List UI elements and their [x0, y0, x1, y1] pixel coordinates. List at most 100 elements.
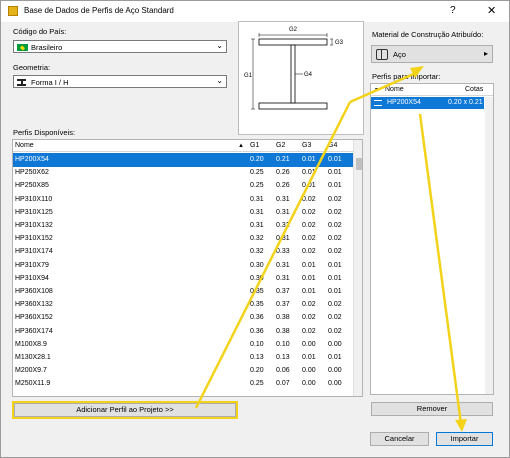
cell-g2: 0.33	[276, 248, 290, 256]
brazil-flag-icon	[17, 44, 28, 51]
cell-g2: 0.31	[276, 222, 290, 229]
title-bar: Base de Dados de Perfis de Aço Standard …	[1, 1, 509, 22]
cell-g4: 0.02	[328, 222, 342, 229]
warning-icon	[8, 6, 18, 16]
cancel-button[interactable]: Cancelar	[370, 432, 429, 446]
table-row[interactable]: HP310X125 0.31 0.31 0.02 0.02	[13, 206, 353, 220]
geometry-dropdown[interactable]: Forma I / H ⌄	[13, 75, 227, 88]
import-col-dims[interactable]: Cotas	[465, 86, 483, 93]
cell-g3: 0.02	[302, 208, 316, 216]
help-button[interactable]: ?	[450, 5, 456, 16]
table-row[interactable]: HP310X132 0.31 0.31 0.02 0.02	[13, 219, 353, 233]
cell-g3: 0.02	[302, 248, 316, 256]
cell-name: HP310X110	[15, 195, 53, 203]
material-value: Aço	[393, 50, 406, 59]
cell-name: HP360X108	[15, 288, 53, 295]
cell-g1: 0.25	[250, 169, 264, 177]
table-row[interactable]: M200X9.7 0.20 0.06 0.00 0.00	[13, 364, 353, 378]
cell-g3: 0.01	[302, 261, 316, 269]
cell-g4: 0.02	[328, 235, 342, 243]
cell-g4: 0.01	[328, 274, 342, 282]
cell-g1: 0.13	[250, 354, 264, 361]
profiles-table: Nome ▲ G1 G2 G3 G4 HP200X54 0.20 0.21 0.01 0…	[12, 139, 363, 397]
cell-g3: 0.01	[302, 288, 316, 295]
cell-g4: 0.02	[328, 314, 342, 322]
cell-g4: 0.02	[328, 327, 342, 335]
cell-g2: 0.38	[276, 314, 290, 322]
profile-diagram: G2 G3 G1 G4	[238, 21, 364, 135]
import-button[interactable]: Importar	[436, 432, 493, 446]
col-g1-header[interactable]: G1	[250, 142, 259, 149]
table-row[interactable]: HP360X132 0.35 0.37 0.02 0.02	[13, 298, 353, 312]
cell-g1: 0.35	[250, 288, 264, 295]
cell-name: HP310X132	[15, 222, 53, 229]
import-list-item[interactable]: HP200X54 0.20 x 0.21	[371, 97, 484, 109]
cell-g4: 0.00	[328, 380, 342, 388]
country-value: Brasileiro	[31, 42, 63, 52]
remove-button[interactable]: Remover	[371, 402, 493, 416]
cell-name: HP200X54	[15, 156, 49, 163]
cell-g1: 0.31	[250, 195, 264, 203]
import-list-header: ▼ Nome Cotas	[371, 84, 493, 96]
cell-g2: 0.26	[276, 182, 290, 190]
cell-g1: 0.31	[250, 222, 264, 229]
scrollbar-thumb[interactable]	[356, 158, 362, 170]
table-row[interactable]: HP360X108 0.35 0.37 0.01 0.01	[13, 285, 353, 299]
import-col-name[interactable]: Nome	[385, 86, 404, 93]
cell-g2: 0.07	[276, 380, 290, 388]
material-icon	[376, 49, 388, 60]
cell-g1: 0.10	[250, 340, 264, 348]
table-row[interactable]: M130X28.1 0.13 0.13 0.01 0.01	[13, 351, 353, 365]
vertical-scrollbar[interactable]	[353, 140, 362, 396]
chevron-down-icon: ⌄	[216, 41, 223, 50]
close-button[interactable]: ✕	[487, 4, 496, 17]
add-profile-button[interactable]: Adicionar Perfil ao Projeto >>	[12, 401, 238, 419]
table-row[interactable]: HP250X85 0.25 0.26 0.01 0.01	[13, 179, 353, 193]
cell-name: M130X28.1	[15, 354, 51, 361]
table-row[interactable]: HP360X174 0.36 0.38 0.02 0.02	[13, 325, 353, 339]
table-row[interactable]: HP360X152 0.36 0.38 0.02 0.02	[13, 311, 353, 325]
window-title: Base de Dados de Perfis de Aço Standard	[24, 6, 174, 15]
cell-g2: 0.38	[276, 327, 290, 335]
table-row[interactable]: HP200X54 0.20 0.21 0.01 0.01	[13, 153, 353, 168]
material-picker[interactable]: Aço ▸	[371, 45, 493, 63]
cell-g3: 0.02	[302, 301, 316, 309]
cell-g3: 0.01	[302, 156, 316, 163]
cell-name: HP360X174	[15, 327, 53, 335]
cell-g1: 0.30	[250, 274, 264, 282]
cell-g2: 0.31	[276, 261, 290, 269]
import-label: Perfis para Importar:	[372, 72, 441, 81]
cell-g1: 0.36	[250, 327, 264, 335]
col-g4-header[interactable]: G4	[328, 142, 337, 149]
table-row[interactable]: HP310X174 0.32 0.33 0.02 0.02	[13, 245, 353, 259]
cell-g4: 0.00	[328, 367, 342, 375]
table-row[interactable]: M250X11.9 0.25 0.07 0.00 0.00	[13, 377, 353, 391]
col-g3-header[interactable]: G3	[302, 142, 311, 149]
cell-g2: 0.13	[276, 354, 290, 361]
cell-g4: 0.01	[328, 261, 342, 269]
sort-up-icon: ▲	[238, 143, 244, 149]
country-dropdown[interactable]: Brasileiro ⌄	[13, 40, 227, 53]
col-name-header[interactable]: Nome	[15, 142, 34, 149]
table-row[interactable]: HP310X152 0.32 0.31 0.02 0.02	[13, 232, 353, 246]
cell-g4: 0.02	[328, 301, 342, 309]
cell-g1: 0.25	[250, 380, 264, 388]
table-row[interactable]: M100X8.9 0.10 0.10 0.00 0.00	[13, 338, 353, 352]
cell-g1: 0.31	[250, 208, 264, 216]
cell-name: HP310X94	[15, 274, 49, 282]
table-row[interactable]: HP250X62 0.25 0.26 0.01 0.01	[13, 166, 353, 180]
table-row[interactable]: HP310X94 0.30 0.31 0.01 0.01	[13, 272, 353, 286]
cell-g2: 0.06	[276, 367, 290, 375]
table-row[interactable]: HP310X110 0.31 0.31 0.02 0.02	[13, 193, 353, 207]
cell-name: HP250X62	[15, 169, 49, 177]
table-row[interactable]: HP310X79 0.30 0.31 0.01 0.01	[13, 259, 353, 273]
col-g2-header[interactable]: G2	[276, 142, 285, 149]
cell-g2: 0.37	[276, 288, 290, 295]
import-list-scrollbar[interactable]	[485, 97, 493, 394]
cell-g1: 0.20	[250, 367, 264, 375]
import-item-name: HP200X54	[387, 99, 421, 106]
material-label: Material de Construção Atribuído:	[372, 30, 484, 39]
cell-g4: 0.02	[328, 195, 342, 203]
g1-dim-label: G1	[244, 73, 253, 79]
geometry-label: Geometria:	[13, 63, 51, 72]
